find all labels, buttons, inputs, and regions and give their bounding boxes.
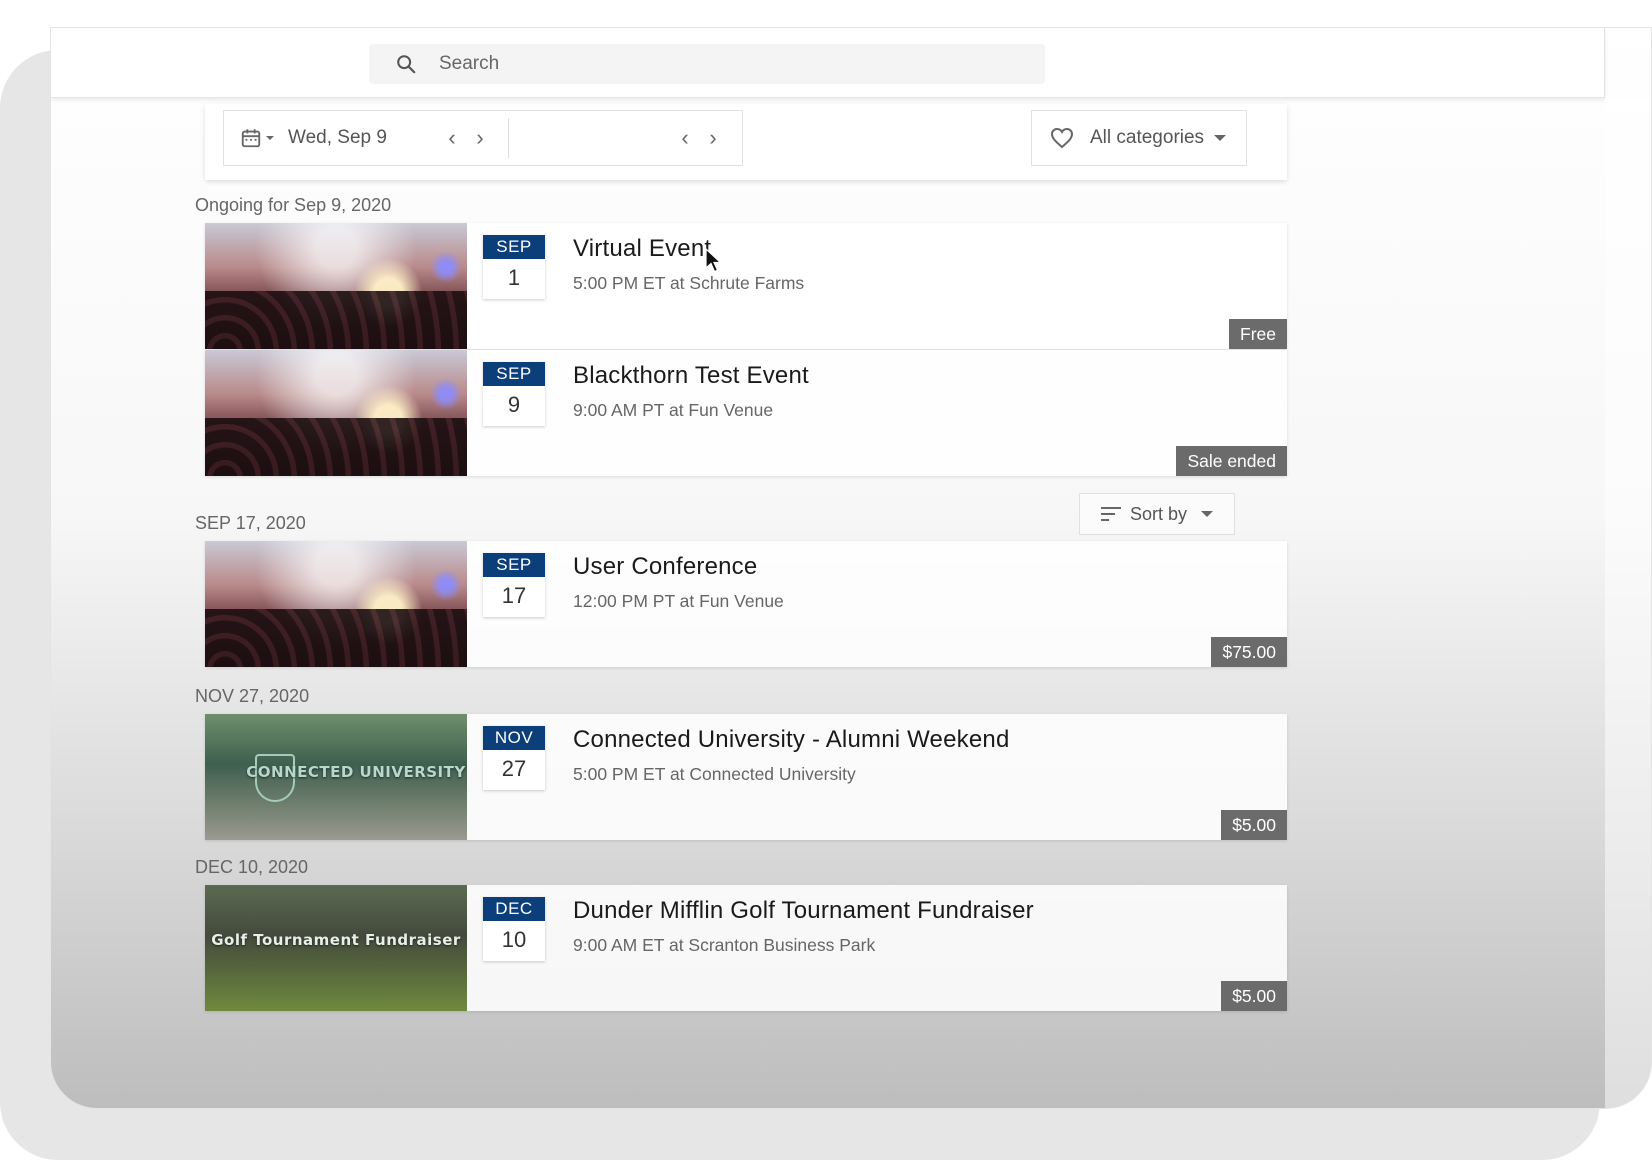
mouse-cursor-icon	[705, 248, 723, 273]
date-badge-day: 27	[501, 756, 527, 781]
event-image-text: CONNECTED UNIVERSITY	[246, 763, 466, 781]
date-badge: SEP 17	[483, 553, 545, 617]
category-label: All categories	[1090, 127, 1205, 148]
date-badge-day: 9	[507, 392, 521, 417]
sort-label: Sort by	[1130, 503, 1188, 524]
event-subtitle: 5:00 PM ET at Schrute Farms	[573, 273, 805, 293]
sort-dropdown[interactable]: Sort by	[1079, 493, 1235, 535]
event-image: Golf Tournament Fundraiser	[205, 885, 467, 1011]
price-badge: Sale ended	[1176, 446, 1287, 476]
event-title[interactable]: User Conference	[573, 553, 784, 581]
date-badge-month: NOV	[483, 726, 545, 750]
event-info: Blackthorn Test Event 9:00 AM PT at Fun …	[573, 362, 809, 421]
price-badge: $75.00	[1211, 637, 1287, 667]
price-badge: $5.00	[1221, 981, 1287, 1011]
group-label: Ongoing for Sep 9, 2020	[195, 195, 392, 215]
search-input[interactable]	[439, 53, 959, 75]
date-badge-day: 10	[501, 927, 527, 952]
date-badge-day: 1	[507, 265, 521, 290]
event-card[interactable]: Golf Tournament Fundraiser DEC 10 Dunder…	[205, 885, 1287, 1011]
category-dropdown[interactable]: All categories	[1031, 110, 1247, 166]
calendar-dropdown[interactable]	[240, 127, 274, 149]
event-card[interactable]: CONNECTED UNIVERSITY NOV 27 Connected Un…	[205, 714, 1287, 840]
event-image	[205, 350, 467, 476]
event-title[interactable]: Virtual Event	[573, 235, 804, 263]
date-badge-month: SEP	[483, 235, 545, 259]
date-badge: SEP 1	[483, 235, 545, 299]
event-title[interactable]: Blackthorn Test Event	[573, 362, 809, 390]
group-label: NOV 27, 2020	[195, 686, 310, 706]
event-image	[205, 541, 467, 667]
event-card[interactable]: SEP 17 User Conference 12:00 PM PT at Fu…	[205, 541, 1287, 667]
date-badge-month: DEC	[483, 897, 545, 921]
chevron-down-icon	[1201, 511, 1214, 517]
price-badge: $5.00	[1221, 810, 1287, 840]
date-badge: SEP 9	[483, 362, 545, 426]
event-subtitle: 9:00 AM PT at Fun Venue	[573, 400, 774, 420]
date-badge-month: SEP	[483, 362, 545, 386]
filter-bar: Wed, Sep 9 ‹ › ‹ › All categories	[205, 104, 1287, 180]
date-badge-day: 17	[501, 583, 527, 608]
date-badge: DEC 10	[483, 897, 545, 961]
divider	[508, 118, 509, 158]
top-bar	[51, 28, 1605, 98]
chevron-right-icon[interactable]: ›	[466, 125, 494, 151]
date-badge: NOV 27	[483, 726, 545, 790]
selected-date: Wed, Sep 9	[288, 127, 387, 148]
group-label: DEC 10, 2020	[195, 857, 309, 877]
event-image: CONNECTED UNIVERSITY	[205, 714, 467, 840]
event-subtitle: 5:00 PM ET at Connected University	[573, 764, 856, 784]
chevron-down-icon	[1214, 135, 1227, 141]
event-info: Connected University - Alumni Weekend 5:…	[573, 726, 1010, 785]
group-label: SEP 17, 2020	[195, 513, 306, 533]
event-title[interactable]: Dunder Mifflin Golf Tournament Fundraise…	[573, 897, 1034, 925]
heart-icon	[1050, 127, 1074, 149]
date-badge-month: SEP	[483, 553, 545, 577]
event-subtitle: 12:00 PM PT at Fun Venue	[573, 591, 784, 611]
right-rail	[1605, 98, 1651, 1108]
event-image	[205, 223, 467, 349]
chevron-right-icon[interactable]: ›	[699, 125, 727, 151]
date-filter: Wed, Sep 9 ‹ › ‹ ›	[223, 110, 743, 166]
event-info: Virtual Event 5:00 PM ET at Schrute Farm…	[573, 235, 804, 294]
event-title[interactable]: Connected University - Alumni Weekend	[573, 726, 1010, 754]
app-window: Wed, Sep 9 ‹ › ‹ › All categories Ongoin…	[51, 28, 1651, 1108]
calendar-icon	[241, 129, 261, 148]
event-info: Dunder Mifflin Golf Tournament Fundraise…	[573, 897, 1034, 956]
chevron-left-icon[interactable]: ‹	[671, 125, 699, 151]
event-card[interactable]: SEP 9 Blackthorn Test Event 9:00 AM PT a…	[205, 350, 1287, 476]
search-icon	[397, 55, 416, 74]
event-card[interactable]: SEP 1 Virtual Event 5:00 PM ET at Schrut…	[205, 223, 1287, 349]
event-subtitle: 9:00 AM ET at Scranton Business Park	[573, 935, 876, 955]
chevron-left-icon[interactable]: ‹	[438, 125, 466, 151]
sort-icon	[1101, 507, 1121, 521]
price-badge: Free	[1229, 319, 1287, 349]
event-info: User Conference 12:00 PM PT at Fun Venue	[573, 553, 784, 612]
event-image-text: Golf Tournament Fundraiser	[211, 931, 461, 949]
search-bar[interactable]	[369, 44, 1045, 84]
chevron-down-icon	[266, 136, 274, 140]
